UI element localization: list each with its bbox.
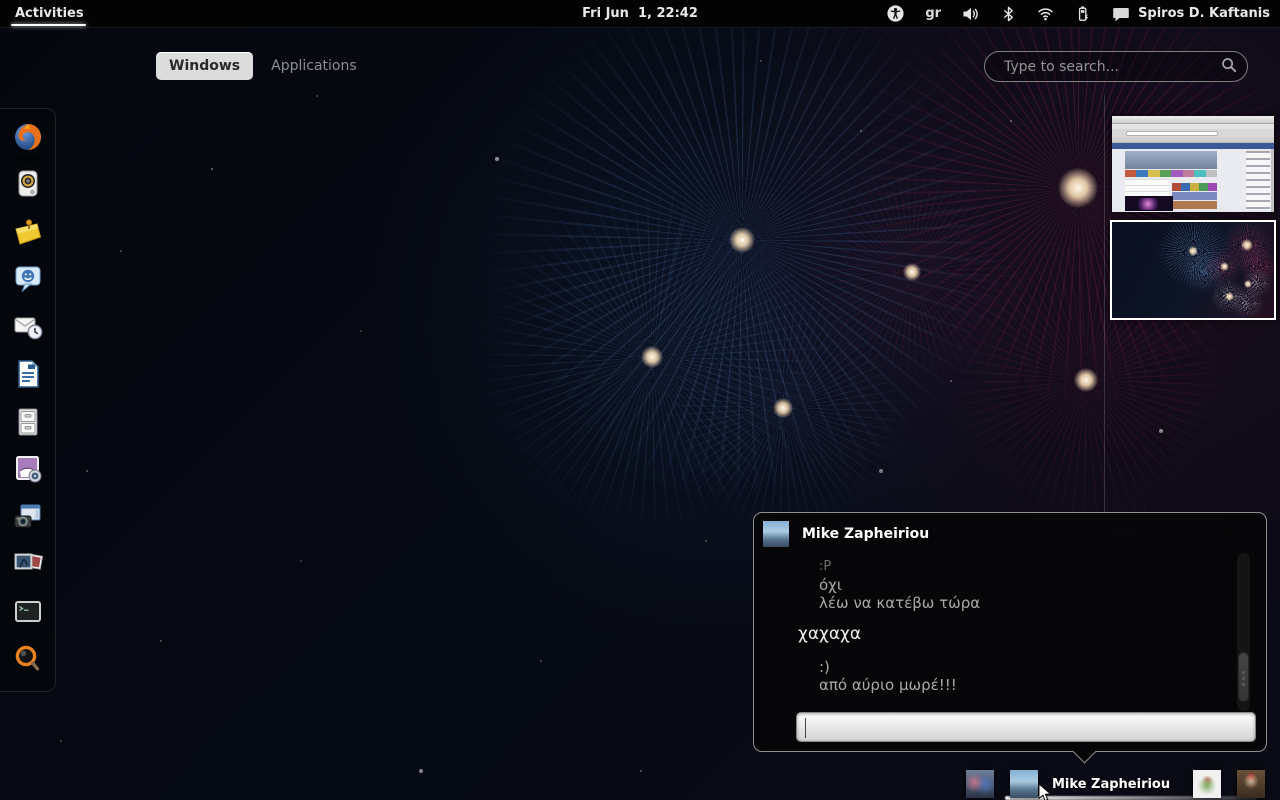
dash-item-webcam[interactable] bbox=[11, 454, 45, 488]
chat-message-outgoing: χαχαχα bbox=[754, 623, 1226, 645]
terminal-icon bbox=[12, 596, 44, 632]
text-caret bbox=[805, 718, 806, 738]
search-input[interactable] bbox=[1002, 58, 1221, 76]
firework-core bbox=[1225, 292, 1234, 301]
activities-label: Activities bbox=[15, 6, 84, 21]
workspace-panel-divider bbox=[1104, 95, 1105, 512]
firework-core bbox=[773, 398, 793, 418]
photo-strip bbox=[1125, 170, 1217, 177]
firework-core bbox=[1241, 239, 1253, 251]
firework-core bbox=[1188, 246, 1198, 256]
email-clock-icon bbox=[12, 311, 44, 347]
dash-item-firefox[interactable] bbox=[11, 122, 45, 156]
contact-avatar bbox=[1193, 770, 1221, 798]
firework-core bbox=[641, 346, 663, 368]
photo-stack-icon bbox=[12, 548, 44, 584]
mouse-cursor bbox=[1038, 783, 1052, 800]
dash-item-sticky-notes[interactable] bbox=[11, 217, 45, 251]
contact-avatar bbox=[966, 770, 994, 798]
desktop-search-icon bbox=[12, 643, 44, 679]
firefox-browser-icon bbox=[12, 121, 44, 157]
tray-item-contact-1[interactable] bbox=[966, 770, 994, 798]
desktop-thumbnail bbox=[1112, 222, 1274, 318]
chat-message: :P bbox=[754, 558, 1226, 576]
sender-avatar bbox=[763, 521, 789, 547]
bluetooth-icon[interactable] bbox=[1001, 6, 1016, 22]
search-icon bbox=[1221, 57, 1237, 77]
dash-item-instant-messaging[interactable] bbox=[11, 264, 45, 298]
music-player-icon bbox=[12, 168, 44, 204]
top-bar: Activities Fri Jun 1, 22:42 gr bbox=[0, 0, 1280, 27]
firework-core bbox=[1058, 168, 1098, 208]
browser-toolbar bbox=[1112, 129, 1274, 137]
dash-item-word-processor[interactable] bbox=[11, 359, 45, 393]
firework-core bbox=[903, 263, 921, 281]
dash-item-email[interactable] bbox=[11, 312, 45, 346]
sender-name: Mike Zapheiriou bbox=[802, 526, 929, 542]
keyboard-layout-indicator[interactable]: gr bbox=[925, 6, 941, 21]
activities-button[interactable]: Activities bbox=[11, 0, 88, 27]
firework-core bbox=[1074, 368, 1098, 392]
firefox-facebook-window-thumbnail bbox=[1112, 116, 1274, 212]
dash-item-screenshot[interactable] bbox=[11, 502, 45, 536]
battery-charging-icon[interactable] bbox=[1075, 5, 1091, 22]
dash-item-terminal[interactable] bbox=[11, 597, 45, 631]
firework-core bbox=[729, 227, 755, 253]
workspace-thumbnail-2[interactable] bbox=[1110, 220, 1276, 320]
universal-access-icon[interactable] bbox=[887, 5, 904, 22]
dash-item-photos[interactable] bbox=[11, 549, 45, 583]
file-cabinet-icon bbox=[12, 406, 44, 442]
chat-header: Mike Zapheiriou bbox=[763, 521, 929, 547]
chat-reply-input[interactable] bbox=[797, 713, 1255, 741]
screenshot-camera-icon bbox=[12, 501, 44, 537]
page-scrollbar bbox=[1271, 149, 1274, 212]
chat-scrollbar-handle[interactable] bbox=[1238, 652, 1249, 702]
word-processor-icon bbox=[12, 358, 44, 394]
fireworks-photo bbox=[1125, 196, 1173, 211]
chat-sidebar bbox=[1246, 151, 1270, 210]
chat-message: :) bbox=[754, 658, 1226, 676]
contact-avatar bbox=[1010, 770, 1038, 798]
user-chat-icon bbox=[1112, 6, 1130, 22]
search-entry[interactable] bbox=[984, 51, 1248, 82]
wifi-icon[interactable] bbox=[1037, 6, 1054, 21]
chat-scrollbar-track[interactable] bbox=[1237, 553, 1250, 711]
status-area: gr Spiros D. Kaftanis bbox=[887, 5, 1280, 22]
window-titlebar bbox=[1112, 116, 1274, 124]
tray-item-contact-2[interactable] bbox=[1193, 770, 1221, 798]
workspace-thumbnail-1[interactable] bbox=[1112, 116, 1274, 212]
tray-item-label: Mike Zapheiriou bbox=[1052, 777, 1170, 792]
chat-reply-field[interactable] bbox=[796, 712, 1256, 742]
gnome-shell-activities-overview: Activities Fri Jun 1, 22:42 gr bbox=[0, 0, 1280, 800]
chat-message-list: :P όχι λέω να κατέβω τώρα χαχαχα :) από … bbox=[754, 558, 1226, 694]
dash-item-search-tool[interactable] bbox=[11, 644, 45, 678]
dash bbox=[0, 108, 56, 692]
tab-applications[interactable]: Applications bbox=[267, 52, 361, 80]
sticky-notes-icon bbox=[12, 216, 44, 252]
firework-core bbox=[1220, 262, 1229, 271]
chat-message: λέω να κατέβω τώρα bbox=[754, 594, 1226, 612]
firework-core bbox=[1244, 280, 1252, 288]
tray-item-contact-3[interactable] bbox=[1237, 770, 1265, 798]
overview-view-tabs: Windows Applications bbox=[156, 52, 361, 80]
tab-windows[interactable]: Windows bbox=[156, 52, 253, 80]
contact-avatar bbox=[1237, 770, 1265, 798]
instant-messaging-icon bbox=[12, 263, 44, 299]
photo-grid bbox=[1172, 183, 1217, 191]
facebook-page bbox=[1112, 149, 1274, 212]
tray-item-contact-mike[interactable]: Mike Zapheiriou bbox=[1010, 770, 1170, 798]
url-bar bbox=[1126, 131, 1218, 136]
chat-notification: Mike Zapheiriou :P όχι λέω να κατέβω τώρ… bbox=[753, 512, 1267, 752]
user-name: Spiros D. Kaftanis bbox=[1138, 6, 1270, 21]
chat-message: από αύριο μωρέ!!! bbox=[754, 676, 1226, 694]
volume-icon[interactable] bbox=[962, 6, 980, 22]
user-menu[interactable]: Spiros D. Kaftanis bbox=[1112, 6, 1270, 22]
clock[interactable]: Fri Jun 1, 22:42 bbox=[582, 6, 698, 21]
dash-item-music-player[interactable] bbox=[11, 169, 45, 203]
chat-message: όχι bbox=[754, 576, 1226, 594]
cover-photo bbox=[1125, 151, 1217, 169]
webcam-photo-icon bbox=[12, 453, 44, 489]
dash-item-file-manager[interactable] bbox=[11, 407, 45, 441]
